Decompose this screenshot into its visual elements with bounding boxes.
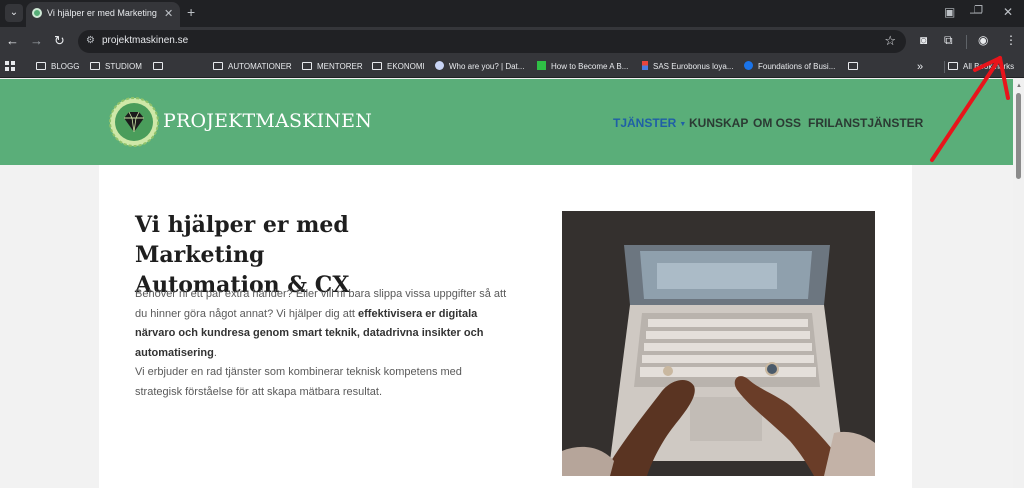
- browser-tab-strip: ⌄ Vi hjälper er med Marketing Automation…: [0, 0, 1024, 27]
- browser-toolbar: ← → ↻ ⚙ projektmaskinen.se ☆ ◙ ⧉ ◉ ⋮: [0, 27, 1024, 56]
- profile-icon[interactable]: ◉: [978, 33, 988, 47]
- body-text: strategisk förståelse för att skapa mätb…: [135, 385, 383, 398]
- body-text-bold: effektivisera er digitala: [358, 307, 478, 320]
- body-text: Behöver ni ett par extra händer? Eller v…: [135, 288, 507, 300]
- all-bookmarks-folder[interactable]: All Bookmarks: [948, 60, 1014, 74]
- site-favicon-icon: [32, 8, 42, 18]
- folder-icon: [848, 62, 858, 70]
- nav-kunskap[interactable]: KUNSKAP: [689, 116, 748, 130]
- folder-icon: [372, 62, 382, 70]
- browser-tab[interactable]: Vi hjälper er med Marketing Automation &…: [26, 2, 180, 27]
- hero-title-line: Vi hjälper er med Marketing: [135, 212, 349, 268]
- page-viewport: PROJEKTMASKINEN TJÄNSTER ▼ KUNSKAP OM OSS…: [0, 79, 1013, 488]
- bookmark-folder-unnamed-2[interactable]: [848, 60, 863, 74]
- folder-icon: [90, 62, 100, 70]
- bookmark-folder-ekonomi[interactable]: EKONOMI: [372, 60, 425, 74]
- bookmarks-divider: [944, 61, 945, 73]
- apps-grid-icon[interactable]: [5, 61, 15, 71]
- bookmark-link-who-are-you[interactable]: Who are you? | Dat...: [435, 60, 524, 74]
- bookmark-label: Who are you? | Dat...: [449, 62, 525, 71]
- coursera-icon: [744, 61, 753, 70]
- globe-icon: [435, 61, 444, 70]
- scrollbar-thumb[interactable]: [1016, 93, 1021, 179]
- diamond-gear-logo-icon[interactable]: [108, 96, 160, 148]
- bookmark-label: EKONOMI: [387, 62, 425, 71]
- scroll-up-arrow-icon[interactable]: ▲: [1016, 83, 1022, 89]
- bookmark-label: All Bookmarks: [963, 62, 1015, 71]
- nav-label: TJÄNSTER: [613, 116, 677, 130]
- reload-icon[interactable]: ↻: [54, 33, 65, 49]
- camera-icon[interactable]: ◙: [920, 33, 927, 47]
- bookmark-label: STUDIOM: [105, 62, 142, 71]
- bookmark-label: BLOGG: [51, 62, 80, 71]
- chrome-menu-icon[interactable]: ⋮: [1005, 33, 1017, 47]
- hero-photo-laptop-hands: [562, 211, 875, 476]
- bookmark-link-sas-eurobonus[interactable]: SAS Eurobonus loya...: [642, 60, 734, 74]
- tab-close-icon[interactable]: ✕: [164, 7, 173, 20]
- media-icon[interactable]: ▣: [944, 5, 955, 19]
- site-icon: [537, 61, 546, 70]
- bookmarks-bar: BLOGG STUDIOM AUTOMATIONER MENTORER EKON…: [0, 56, 1024, 78]
- site-logo-text[interactable]: PROJEKTMASKINEN: [163, 110, 372, 132]
- address-url: projektmaskinen.se: [102, 35, 189, 46]
- hero-body-text: Behöver ni ett par extra händer? Eller v…: [135, 285, 515, 402]
- bookmark-label: Foundations of Busi...: [758, 62, 836, 71]
- figma-icon: [642, 61, 648, 70]
- folder-icon: [213, 62, 223, 70]
- address-bar[interactable]: ⚙ projektmaskinen.se ☆: [78, 30, 906, 53]
- forward-icon[interactable]: →: [30, 33, 43, 48]
- bookmark-link-foundations[interactable]: Foundations of Busi...: [744, 60, 835, 74]
- nav-frilanstjanster[interactable]: FRILANSTJÄNSTER: [808, 116, 923, 130]
- bookmarks-overflow-chevron-icon[interactable]: »: [917, 60, 923, 74]
- bookmark-folder-blogg[interactable]: BLOGG: [36, 60, 79, 74]
- body-text: du hinner göra något annat? Vi hjälper d…: [135, 307, 359, 320]
- maximize-icon[interactable]: ❐: [974, 5, 983, 16]
- folder-icon: [948, 62, 958, 70]
- bookmark-folder-unnamed[interactable]: [153, 60, 168, 74]
- bookmark-link-how-to-become[interactable]: How to Become A B...: [537, 60, 628, 74]
- bookmark-label: MENTORER: [317, 62, 363, 71]
- nav-om-oss[interactable]: OM OSS: [753, 116, 801, 130]
- body-text: .: [213, 346, 217, 359]
- bookmark-label: AUTOMATIONER: [228, 62, 292, 71]
- nav-tjanster[interactable]: TJÄNSTER ▼: [613, 116, 686, 130]
- bookmark-star-icon[interactable]: ☆: [884, 33, 896, 49]
- toolbar-divider: [966, 35, 967, 49]
- bookmark-folder-mentorer[interactable]: MENTORER: [302, 60, 363, 74]
- new-tab-icon[interactable]: +: [187, 4, 195, 20]
- body-text-bold: automatisering: [135, 346, 214, 359]
- body-text-bold: närvaro och kundresa genom smart teknik,…: [135, 327, 484, 339]
- tab-search-icon[interactable]: ⌄: [5, 4, 23, 22]
- close-window-icon[interactable]: ✕: [1003, 5, 1013, 19]
- bookmark-label: How to Become A B...: [551, 62, 629, 71]
- bookmark-folder-automationer[interactable]: AUTOMATIONER: [213, 60, 292, 74]
- folder-icon: [36, 62, 46, 70]
- folder-icon: [302, 62, 312, 70]
- caret-down-icon: ▼: [679, 121, 687, 128]
- site-header: PROJEKTMASKINEN TJÄNSTER ▼ KUNSKAP OM OSS…: [0, 79, 1013, 165]
- hero-section: Vi hjälper er med Marketing Automation &…: [99, 165, 912, 488]
- back-icon[interactable]: ←: [6, 33, 19, 48]
- page-scrollbar[interactable]: ▲: [1013, 79, 1024, 488]
- folder-icon: [153, 62, 163, 70]
- bookmark-folder-studiom[interactable]: STUDIOM: [90, 60, 142, 74]
- body-text: Vi erbjuder en rad tjänster som kombiner…: [135, 366, 462, 378]
- extensions-icon[interactable]: ⧉: [944, 33, 953, 48]
- tab-title: Vi hjälper er med Marketing Automation &…: [47, 8, 159, 18]
- bookmark-label: SAS Eurobonus loya...: [653, 62, 734, 71]
- site-info-icon[interactable]: ⚙: [86, 35, 95, 46]
